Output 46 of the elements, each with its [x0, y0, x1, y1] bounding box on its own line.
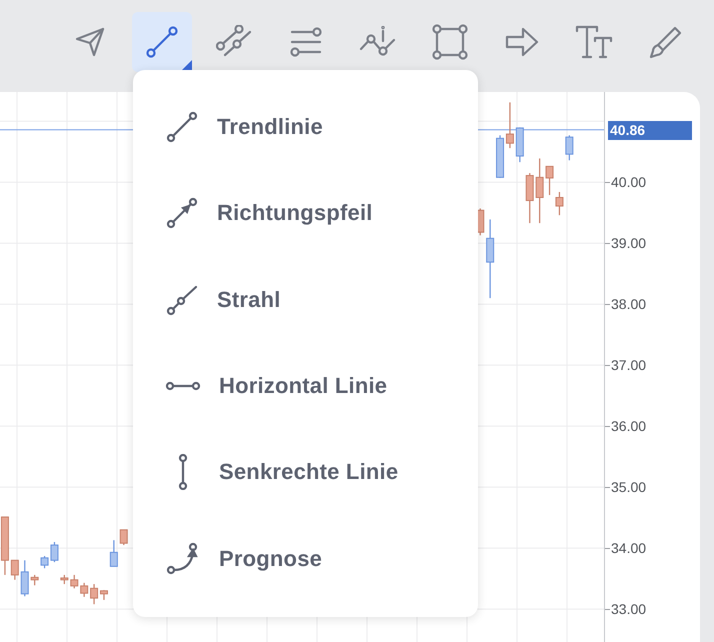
price-axis-label: 38.00 — [611, 296, 646, 312]
candle — [80, 582, 88, 597]
trend-line-icon — [145, 25, 179, 59]
price-axis-label: 39.00 — [611, 235, 646, 252]
price-axis-label: 36.00 — [611, 418, 646, 434]
candle — [516, 127, 524, 162]
candle — [110, 540, 118, 567]
horizontal-line-icon — [165, 380, 201, 392]
price-axis-label: 34.00 — [611, 540, 646, 556]
price-axis-label: 35.00 — [611, 479, 646, 496]
drawing-tool-button[interactable] — [132, 12, 192, 72]
price-axis-label: 33.00 — [611, 601, 646, 618]
candle — [30, 574, 39, 586]
trend-line-icon — [165, 110, 199, 144]
menu-item[interactable]: Strahl — [133, 256, 478, 343]
text-size-icon — [575, 25, 613, 59]
price-axis-label: 40.00 — [611, 174, 646, 190]
candle — [526, 173, 534, 224]
menu-item[interactable]: Richtungspfeil — [133, 170, 478, 257]
brush-icon — [649, 25, 683, 59]
candle — [565, 135, 574, 160]
direction-arrow-icon — [165, 196, 199, 230]
line-marker-icon — [359, 26, 397, 58]
candle — [555, 192, 564, 216]
candle — [120, 529, 128, 546]
horizontal-lines-icon — [289, 27, 323, 57]
candle — [0, 516, 9, 575]
candle — [536, 158, 544, 224]
menu-item[interactable]: Horizontal Linie — [133, 342, 478, 430]
rectangle-icon — [432, 24, 468, 60]
vertical-line-icon — [178, 454, 188, 490]
menu-item[interactable]: Senkrechte Linie — [133, 429, 478, 516]
price-axis-label: 37.00 — [611, 357, 646, 374]
candle — [546, 166, 554, 196]
menu-item[interactable]: Prognose — [133, 515, 478, 602]
menu-item[interactable]: Trendlinie — [133, 84, 478, 170]
current-price-tag: 40.86 — [608, 120, 692, 140]
candle — [10, 560, 19, 580]
candle — [60, 574, 68, 584]
candle — [70, 574, 78, 588]
parallel-lines-icon — [216, 25, 252, 59]
candle — [506, 102, 514, 148]
arrow-icon — [505, 26, 539, 58]
candle — [496, 135, 504, 178]
candle — [20, 560, 29, 596]
cursor-icon — [74, 26, 106, 58]
